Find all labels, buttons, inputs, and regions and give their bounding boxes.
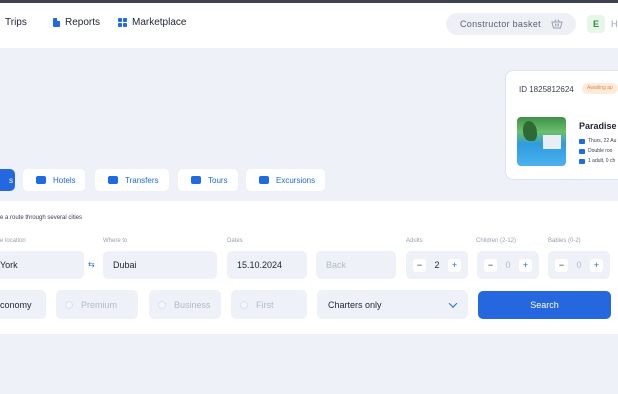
class-business-label: Business (174, 299, 211, 310)
nav-trips[interactable]: Trips (5, 17, 27, 28)
document-icon (53, 18, 60, 27)
person-icon (579, 158, 585, 164)
adults-stepper: − 2 + (406, 251, 468, 279)
adults-minus-button[interactable]: − (413, 258, 426, 272)
ticket-icon (259, 176, 269, 184)
class-first[interactable]: First (231, 290, 307, 319)
bed-icon (36, 176, 46, 184)
tab-tours[interactable]: Tours (178, 169, 238, 191)
order-id: ID 1825812624 (519, 85, 574, 94)
class-economy[interactable]: conomy (0, 290, 46, 319)
charter-select-value: Charters only (328, 299, 382, 310)
search-button[interactable]: Search (478, 291, 611, 319)
tab-tours-label: Tours (208, 175, 228, 185)
order-guests-text: 1 adult, 0 ch (588, 158, 616, 164)
constructor-basket-button[interactable]: Constructor basket (446, 13, 576, 35)
radio-icon (65, 300, 73, 309)
nav-reports-label: Reports (65, 17, 101, 28)
children-label: Children (2-12) (476, 238, 517, 244)
to-label: Where to (103, 238, 128, 244)
tab-transfers[interactable]: Transfers (95, 169, 169, 191)
charter-select[interactable]: Charters only (317, 290, 468, 319)
babies-label: Babies (0-2) (548, 238, 581, 244)
tab-flights-label: s (9, 175, 13, 185)
avatar[interactable]: E (587, 15, 605, 33)
class-economy-label: conomy (0, 299, 32, 310)
class-first-label: First (256, 299, 274, 310)
multi-city-link[interactable]: e a route through several cities (0, 215, 82, 221)
adults-label: Adults (406, 238, 423, 244)
order-dates-text: Thurs, 22 Au (588, 138, 617, 144)
swap-icon[interactable]: ⇆ (88, 260, 95, 269)
order-room-text: Double roo (588, 148, 613, 154)
radio-icon (240, 300, 248, 309)
hotel-thumbnail (517, 117, 566, 166)
children-value: 0 (505, 260, 511, 270)
order-room: Double roo (579, 148, 612, 154)
children-plus-button[interactable]: + (518, 258, 532, 272)
babies-plus-button[interactable]: + (589, 258, 603, 272)
chevron-down-icon (448, 298, 458, 308)
to-field[interactable]: Dubai (103, 251, 217, 279)
adults-plus-button[interactable]: + (447, 258, 461, 272)
nav-reports[interactable]: Reports (53, 17, 100, 28)
tab-transfers-label: Transfers (125, 175, 159, 185)
order-guests: 1 adult, 0 ch (579, 158, 615, 164)
children-stepper: − 0 + (477, 251, 539, 279)
babies-stepper: − 0 + (548, 251, 610, 279)
status-badge: Awaiting ap (582, 83, 618, 94)
dates-label: Dates (227, 238, 243, 244)
date-field[interactable]: 15.10.2024 (227, 251, 307, 279)
class-premium[interactable]: Premium (56, 290, 138, 319)
nav-marketplace-label: Marketplace (132, 17, 187, 28)
car-icon (108, 176, 118, 184)
basket-icon (551, 19, 563, 29)
adults-value: 2 (434, 260, 440, 270)
from-field[interactable]: York (0, 251, 84, 279)
babies-minus-button[interactable]: − (555, 258, 568, 272)
children-minus-button[interactable]: − (484, 258, 497, 272)
hotel-name: Paradise V (579, 121, 618, 131)
tab-hotels[interactable]: Hotels (23, 169, 85, 191)
babies-value: 0 (576, 260, 582, 270)
tab-flights[interactable]: s (0, 169, 15, 191)
user-name[interactable]: Hi (611, 19, 618, 29)
class-business[interactable]: Business (149, 290, 221, 319)
bed-icon (579, 148, 585, 154)
grid-icon (118, 18, 127, 27)
nav-marketplace[interactable]: Marketplace (118, 17, 186, 28)
order-dates: Thurs, 22 Au (579, 138, 616, 144)
order-card[interactable]: ID 1825812624 Awaiting ap Paradise V Thu… (505, 70, 618, 180)
back-date-field[interactable]: Back (316, 251, 396, 279)
tab-hotels-label: Hotels (53, 175, 76, 185)
calendar-icon (579, 138, 585, 144)
tab-excursions[interactable]: Excursions (246, 169, 325, 191)
class-premium-label: Premium (81, 299, 118, 310)
basket-label: Constructor basket (460, 19, 541, 29)
palm-icon (191, 176, 201, 184)
tab-excursions-label: Excursions (276, 175, 316, 185)
from-label: e location (0, 238, 26, 244)
radio-icon (158, 300, 166, 309)
nav-trips-label: Trips (5, 17, 27, 28)
